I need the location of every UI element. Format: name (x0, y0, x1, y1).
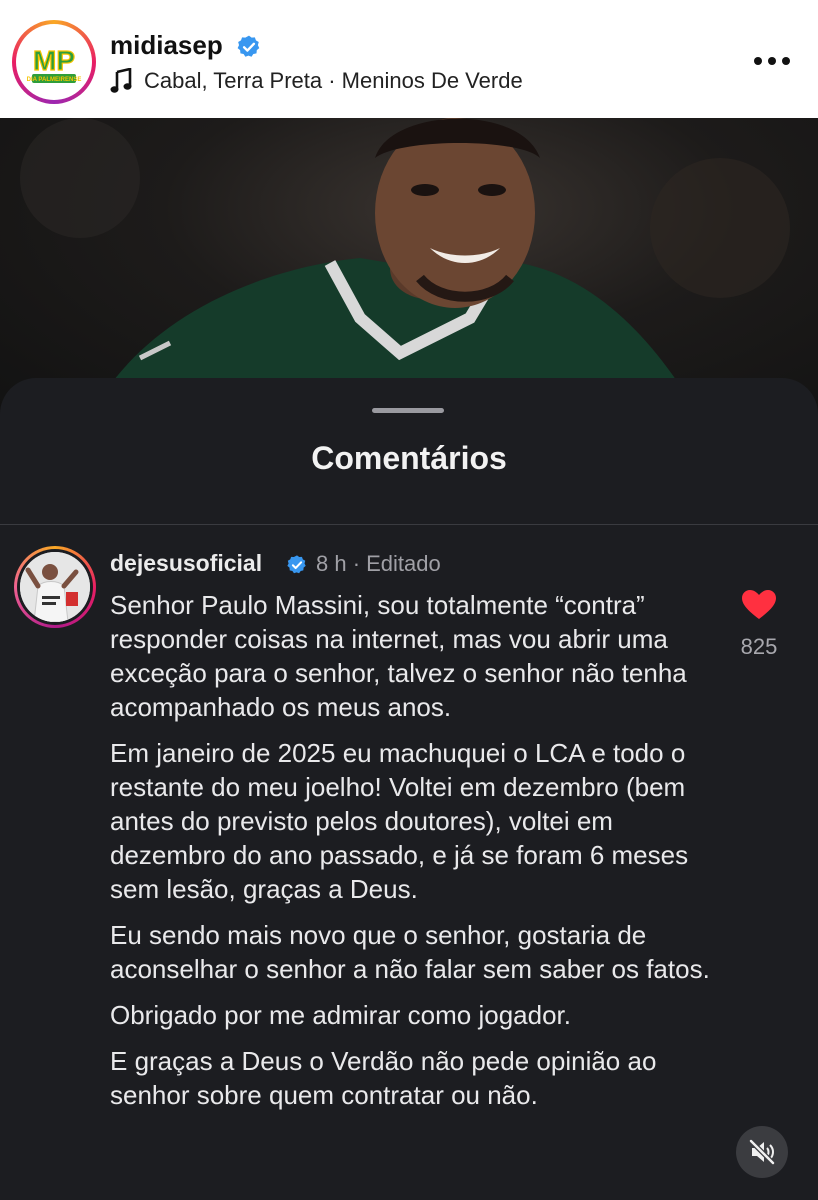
comments-sheet: Comentários dejesusoficial 8 h · Editado… (0, 378, 818, 1200)
like-count[interactable]: 825 (718, 634, 800, 660)
music-note-icon (110, 68, 132, 93)
comment-username[interactable]: dejesusoficial (110, 550, 262, 577)
sheet-drag-handle[interactable] (372, 408, 444, 413)
player-photo (20, 118, 790, 418)
midiasep-logo: MP DIA PALMEIRENSE (20, 28, 88, 96)
heart-icon[interactable] (742, 590, 776, 620)
mute-button[interactable] (736, 1126, 788, 1178)
comment-paragraph: Em janeiro de 2025 eu machuquei o LCA e … (110, 738, 689, 904)
commenter-avatar[interactable] (14, 546, 96, 628)
logo-subtext: DIA PALMEIRENSE (27, 77, 82, 83)
post-header: MP DIA PALMEIRENSE midiasep Cabal, Terra… (0, 0, 818, 118)
verified-badge-icon (287, 555, 306, 574)
comment-paragraph: Obrigado por me admirar como jogador. (110, 1000, 572, 1030)
comment-text: Senhor Paulo Massini, sou totalmente “co… (110, 588, 720, 1124)
more-options-icon[interactable] (752, 56, 792, 66)
post-username[interactable]: midiasep (110, 30, 223, 61)
comment-paragraph: Senhor Paulo Massini, sou totalmente “co… (110, 590, 687, 722)
verified-badge-icon (237, 35, 260, 57)
logo-text: MP (33, 45, 75, 76)
profile-avatar[interactable]: MP DIA PALMEIRENSE (12, 20, 96, 104)
comment-timestamp: 8 h · Editado (316, 551, 441, 576)
sheet-title: Comentários (311, 440, 507, 476)
audio-track-label[interactable]: Cabal, Terra Preta · Meninos De Verde (144, 68, 523, 94)
comment-paragraph: E graças a Deus o Verdão não pede opiniã… (110, 1046, 657, 1110)
muted-speaker-icon (749, 1139, 775, 1165)
commenter-photo (20, 552, 90, 622)
comment-paragraph: Eu sendo mais novo que o senhor, gostari… (110, 920, 710, 984)
post-media[interactable] (0, 118, 818, 418)
divider (0, 524, 818, 525)
